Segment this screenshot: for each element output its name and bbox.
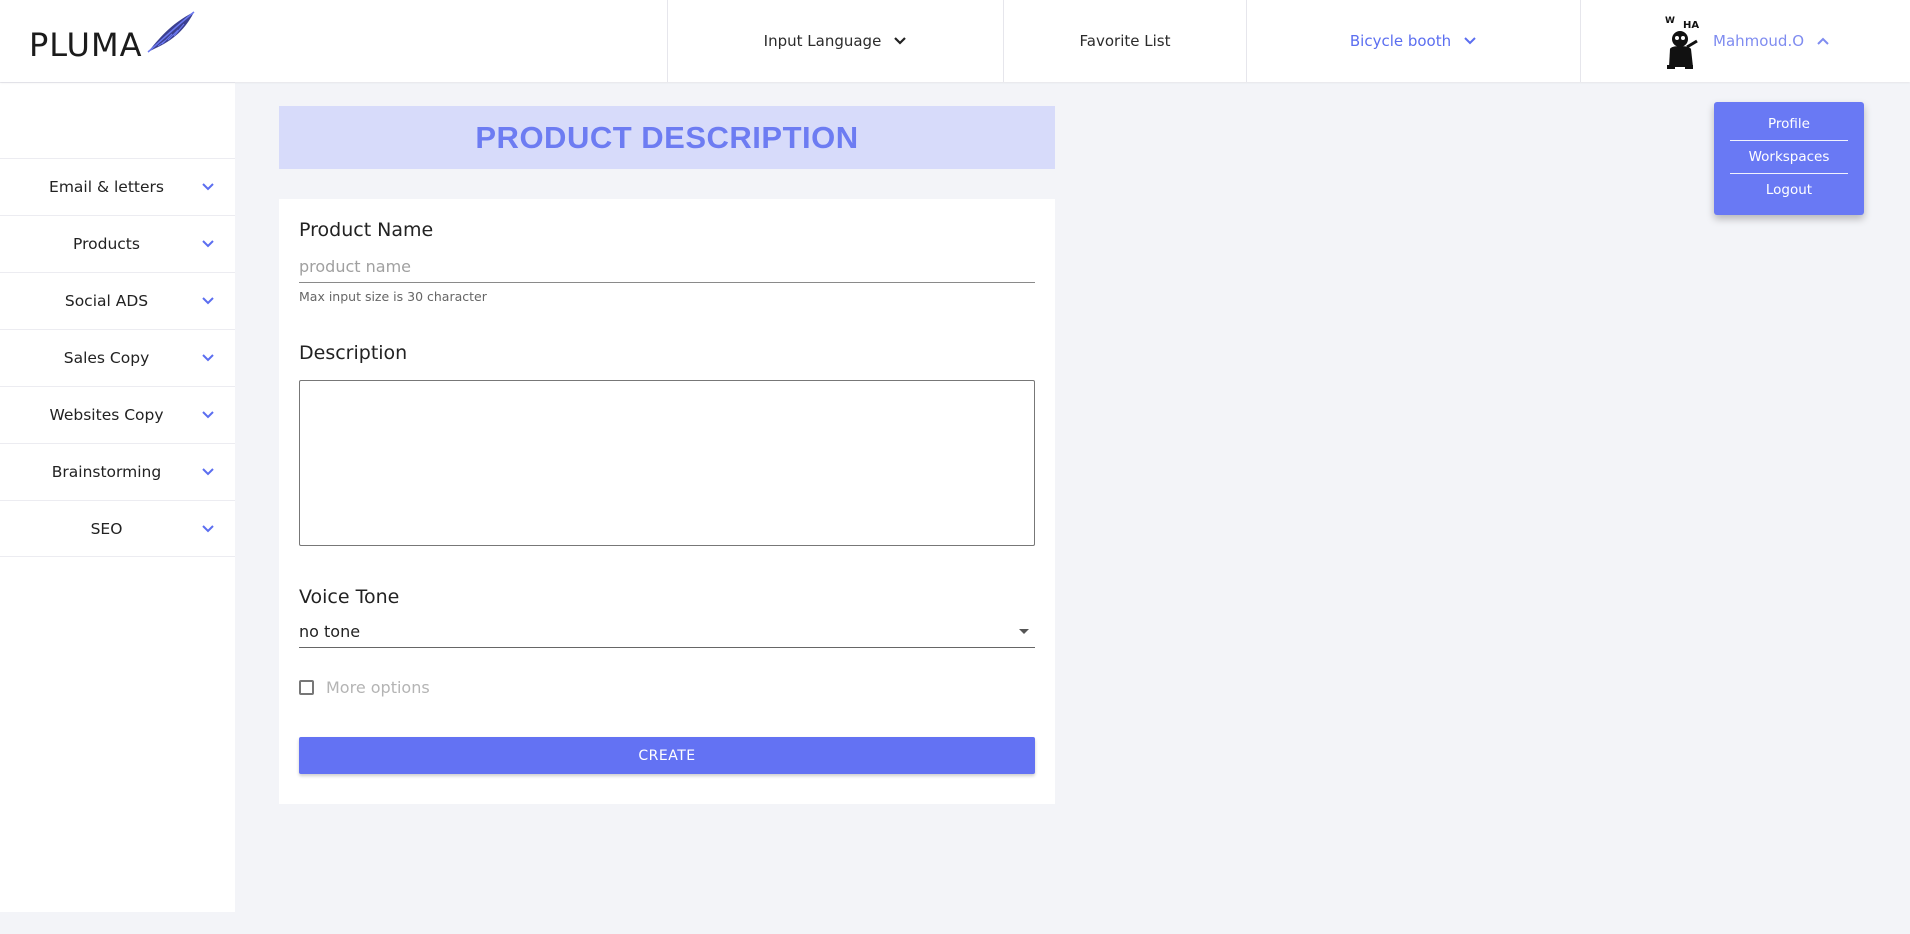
description-label: Description: [299, 342, 408, 364]
chevron-down-icon: [201, 410, 215, 420]
menu-item-logout[interactable]: Logout: [1730, 174, 1848, 206]
input-language-label: Input Language: [763, 32, 882, 50]
sidebar-item-products[interactable]: Products: [0, 215, 235, 272]
user-name: Mahmoud.O: [1713, 32, 1805, 50]
menu-item-profile[interactable]: Profile: [1730, 108, 1848, 140]
chevron-down-icon: [201, 524, 215, 534]
sidebar-item-label: Sales Copy: [63, 349, 150, 367]
product-description-form: Product Name Max input size is 30 charac…: [279, 199, 1055, 804]
user-menu-toggle[interactable]: W HA Mahmoud.O: [1580, 0, 1910, 82]
top-header: PLUMA Input Language Favorite List Bicyc…: [0, 0, 1910, 82]
workspace-label: Bicycle booth: [1349, 32, 1452, 50]
more-options-label: More options: [326, 678, 430, 697]
sidebar-item-seo[interactable]: SEO: [0, 500, 235, 557]
sidebar: Email & letters Products Social ADS Sale…: [0, 82, 235, 912]
sidebar-item-label: SEO: [90, 519, 123, 538]
sidebar-item-brainstorming[interactable]: Brainstorming: [0, 443, 235, 500]
svg-text:W: W: [1665, 16, 1675, 26]
brand-name: PLUMA: [29, 26, 143, 64]
voice-tone-select[interactable]: no tone: [299, 616, 1035, 648]
sidebar-item-sales-copy[interactable]: Sales Copy: [0, 329, 235, 386]
chevron-down-icon: [201, 182, 215, 192]
chevron-down-icon: [201, 353, 215, 363]
product-name-label: Product Name: [299, 219, 434, 241]
user-dropdown-menu: Profile Workspaces Logout: [1714, 102, 1864, 215]
more-options-row: More options: [299, 678, 1035, 697]
sidebar-category-list: Email & letters Products Social ADS Sale…: [0, 158, 235, 557]
chevron-down-icon: [893, 36, 907, 46]
voice-tone-value: no tone: [299, 622, 361, 641]
sidebar-item-label: Brainstorming: [51, 463, 162, 481]
caret-down-icon: [1019, 629, 1029, 634]
sidebar-item-label: Products: [73, 235, 140, 253]
sidebar-item-label: Social ADS: [64, 292, 149, 310]
page-title-banner: PRODUCT DESCRIPTION: [279, 106, 1055, 169]
sidebar-item-email-letters[interactable]: Email & letters: [0, 158, 235, 215]
sidebar-item-social-ads[interactable]: Social ADS: [0, 272, 235, 329]
avatar: W HA: [1663, 11, 1703, 71]
feather-icon: [144, 10, 196, 58]
brand-logo[interactable]: PLUMA: [0, 0, 667, 82]
chevron-down-icon: [201, 296, 215, 306]
menu-divider: [1730, 173, 1848, 174]
menu-divider: [1730, 140, 1848, 141]
voice-tone-label: Voice Tone: [299, 586, 400, 608]
favorite-list-label: Favorite List: [1079, 32, 1171, 50]
description-textarea[interactable]: [299, 380, 1035, 546]
chevron-down-icon: [1463, 36, 1477, 46]
chevron-down-icon: [201, 467, 215, 477]
more-options-checkbox[interactable]: [299, 680, 314, 695]
workspace-dropdown[interactable]: Bicycle booth: [1246, 0, 1580, 82]
input-language-dropdown[interactable]: Input Language: [667, 0, 1003, 82]
sidebar-item-label: Email & letters: [49, 178, 164, 196]
chevron-down-icon: [201, 239, 215, 249]
page-title: PRODUCT DESCRIPTION: [475, 119, 859, 155]
svg-text:HA: HA: [1683, 20, 1699, 31]
product-name-hint: Max input size is 30 character: [299, 289, 487, 304]
sidebar-item-label: Websites Copy: [49, 406, 164, 424]
favorite-list-link[interactable]: Favorite List: [1003, 0, 1246, 82]
menu-item-workspaces[interactable]: Workspaces: [1730, 141, 1848, 173]
product-name-input[interactable]: [299, 251, 1035, 283]
chevron-up-icon: [1816, 36, 1830, 46]
create-button[interactable]: CREATE: [299, 737, 1035, 774]
sidebar-item-websites-copy[interactable]: Websites Copy: [0, 386, 235, 443]
